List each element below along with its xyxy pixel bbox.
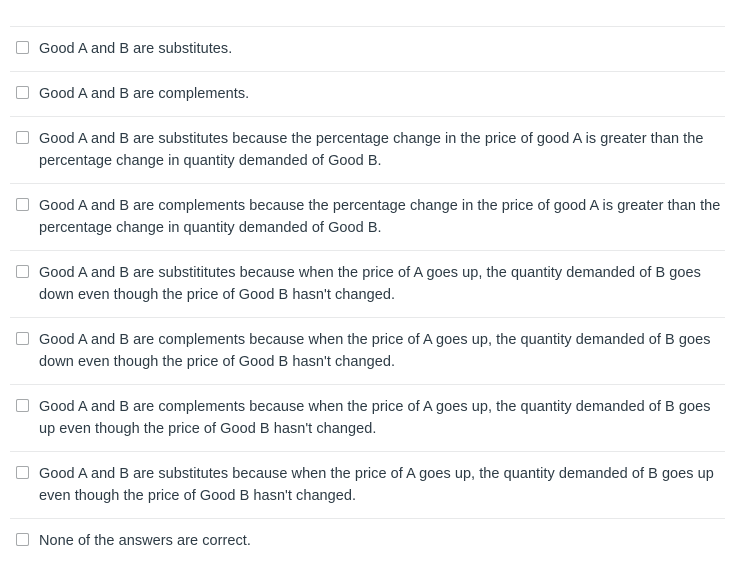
answer-option-row[interactable]: Good A and B are substititutes because w… xyxy=(0,250,735,317)
answer-option-label: Good A and B are substitutes because whe… xyxy=(39,466,714,504)
answer-checkbox[interactable] xyxy=(16,131,29,144)
answer-option-row[interactable]: Good A and B are complements. xyxy=(0,71,735,116)
answer-option-row[interactable]: Good A and B are substitutes because whe… xyxy=(0,451,735,518)
answer-checkbox[interactable] xyxy=(16,399,29,412)
answer-option-label: None of the answers are correct. xyxy=(39,533,251,549)
answer-option-row[interactable]: Good A and B are complements because the… xyxy=(0,183,735,250)
answer-checkbox[interactable] xyxy=(16,466,29,479)
answer-option-label: Good A and B are complements because whe… xyxy=(39,332,711,370)
answer-checkbox[interactable] xyxy=(16,332,29,345)
answer-option-row[interactable]: None of the answers are correct. xyxy=(0,518,735,563)
answers-list: Good A and B are substitutes. Good A and… xyxy=(0,0,735,563)
answer-option-row[interactable]: Good A and B are complements because whe… xyxy=(0,384,735,451)
answer-option-label: Good A and B are substitutes because the… xyxy=(39,131,704,169)
answer-checkbox[interactable] xyxy=(16,198,29,211)
answer-checkbox[interactable] xyxy=(16,41,29,54)
answer-option-label: Good A and B are complements because the… xyxy=(39,198,721,236)
answer-checkbox[interactable] xyxy=(16,265,29,278)
answer-option-label: Good A and B are substititutes because w… xyxy=(39,265,701,303)
answer-checkbox[interactable] xyxy=(16,86,29,99)
answer-checkbox[interactable] xyxy=(16,533,29,546)
answer-option-row[interactable]: Good A and B are substitutes. xyxy=(0,26,735,71)
answer-option-label: Good A and B are substitutes. xyxy=(39,41,233,57)
answer-option-label: Good A and B are complements. xyxy=(39,86,250,102)
answer-option-label: Good A and B are complements because whe… xyxy=(39,399,711,437)
answer-option-row[interactable]: Good A and B are substitutes because the… xyxy=(0,116,735,183)
answer-option-row[interactable]: Good A and B are complements because whe… xyxy=(0,317,735,384)
